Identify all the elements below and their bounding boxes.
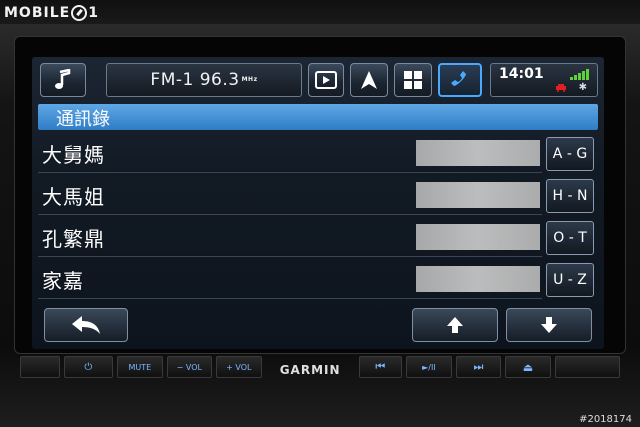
next-track-button[interactable]: ⏭ — [455, 356, 502, 378]
back-button[interactable] — [44, 308, 128, 342]
bluetooth-icon: ✱ — [578, 82, 587, 93]
scroll-down-button[interactable] — [506, 308, 592, 342]
grid-apps-icon — [404, 71, 422, 89]
volume-up-button[interactable]: + VOL — [216, 356, 262, 378]
navigation-arrow-icon — [361, 71, 377, 89]
redacted-number — [416, 140, 540, 166]
side-panel — [20, 356, 60, 378]
vol-down-label: − VOL — [176, 362, 202, 372]
side-panel-right — [554, 356, 620, 378]
redacted-number — [416, 224, 540, 250]
mute-button[interactable]: MUTE — [117, 356, 163, 378]
photo-id-label: #2018174 — [579, 414, 632, 425]
arrow-up-icon — [447, 317, 463, 333]
brand-text: GARMIN — [279, 363, 341, 377]
contact-row[interactable]: 大馬姐 — [38, 175, 542, 215]
eject-icon: ⏏ — [522, 360, 534, 374]
contacts-header: 通訊錄 — [38, 104, 598, 130]
index-label: H - N — [552, 188, 588, 204]
touch-screen: FM-1 96.3 MHz 14:01 ✱ 通訊錄 大舅媽 大馬姐 孔繁鼎 家嘉… — [32, 57, 604, 349]
contact-row[interactable]: 孔繁鼎 — [38, 217, 542, 257]
contact-name: 家嘉 — [42, 269, 84, 293]
radio-station-display[interactable]: FM-1 96.3 MHz — [106, 63, 302, 97]
watermark-number: 1 — [88, 5, 99, 21]
radio-station-text: FM-1 96.3 — [150, 70, 240, 90]
index-label: U - Z — [553, 272, 587, 288]
index-button-o-t[interactable]: O - T — [546, 221, 594, 255]
phone-icon — [451, 71, 466, 86]
status-panel: 14:01 ✱ — [490, 63, 598, 97]
page-title: 通訊錄 — [56, 109, 110, 130]
media-play-button[interactable] — [308, 63, 344, 97]
contact-row[interactable]: 家嘉 — [38, 259, 542, 299]
index-label: A - G — [552, 146, 588, 162]
vol-up-label: + VOL — [226, 362, 252, 372]
contact-name: 大馬姐 — [42, 185, 105, 209]
music-note-icon — [55, 69, 71, 89]
signal-bars-icon — [570, 69, 589, 80]
mute-label: MUTE — [128, 362, 152, 372]
contact-row[interactable]: 大舅媽 — [38, 133, 542, 173]
volume-down-button[interactable]: − VOL — [166, 356, 213, 378]
play-pause-button[interactable]: ►/II — [406, 356, 452, 378]
navigation-button[interactable] — [350, 63, 388, 97]
watermark-text: MOBILE — [4, 5, 71, 21]
contact-name: 大舅媽 — [42, 143, 105, 167]
clock-time: 14:01 — [499, 66, 544, 82]
car-icon — [556, 84, 566, 92]
back-arrow-icon — [72, 316, 100, 334]
index-button-a-g[interactable]: A - G — [546, 137, 594, 171]
top-bar: FM-1 96.3 MHz 14:01 ✱ — [40, 63, 598, 99]
index-button-h-n[interactable]: H - N — [546, 179, 594, 213]
play-media-icon — [315, 71, 337, 89]
index-label: O - T — [553, 230, 587, 246]
apps-button[interactable] — [394, 63, 432, 97]
previous-track-button[interactable]: ⏮ — [358, 356, 403, 378]
power-button[interactable]: ⏻ — [63, 356, 114, 378]
phone-button[interactable] — [438, 63, 482, 97]
next-icon: ⏭ — [473, 360, 484, 373]
garmin-logo: GARMIN — [266, 356, 355, 384]
power-icon: ⏻ — [84, 361, 93, 373]
music-button[interactable] — [40, 63, 86, 97]
scroll-up-button[interactable] — [412, 308, 498, 342]
watermark-ball-icon — [71, 5, 88, 21]
contact-name: 孔繁鼎 — [42, 227, 105, 251]
eject-button[interactable]: ⏏ — [505, 356, 551, 378]
previous-icon: ⏮ — [375, 360, 386, 373]
index-button-u-z[interactable]: U - Z — [546, 263, 594, 297]
hardware-button-strip: ⏻ MUTE − VOL + VOL GARMIN ⏮ ►/II ⏭ ⏏ — [20, 356, 620, 384]
arrow-down-icon — [541, 317, 557, 333]
play-pause-icon: ►/II — [422, 362, 436, 372]
radio-unit-label: MHz — [241, 76, 258, 83]
watermark-logo: MOBILE 1 — [4, 2, 99, 24]
redacted-number — [416, 182, 540, 208]
redacted-number — [416, 266, 540, 292]
